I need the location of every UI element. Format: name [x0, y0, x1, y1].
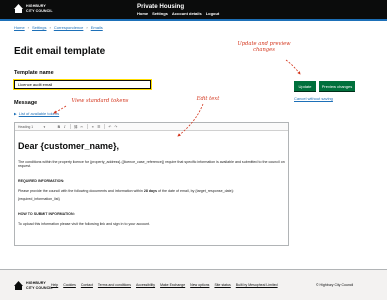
footer-link-help[interactable]: Help [51, 283, 58, 287]
footer-link-make-exchange[interactable]: Make Exchange [160, 283, 185, 287]
breadcrumb-emails[interactable]: Emails [91, 25, 103, 30]
service-name[interactable]: Private Housing [137, 3, 184, 10]
breadcrumb-separator-icon: › [27, 25, 30, 30]
tokens-link-label: List of available tokens [18, 111, 60, 116]
footer-link-accessibility[interactable]: Accessibility [136, 283, 155, 287]
annotation-view-tokens: View standard tokens [71, 98, 129, 104]
email-paragraph-3: To upload this information please visit … [18, 221, 151, 226]
redo-icon[interactable]: ↷ [113, 125, 119, 129]
nav-home[interactable]: Home [137, 11, 148, 16]
breadcrumb-separator-icon: › [86, 25, 88, 30]
arrow-to-buttons [285, 59, 301, 75]
footer-link-terms[interactable]: Terms and conditions [98, 283, 131, 287]
unlink-icon[interactable]: ✂ [79, 125, 85, 129]
header-accent-bar [0, 19, 387, 21]
footer-link-cookies[interactable]: Cookies [63, 283, 76, 287]
editor-content[interactable]: Dear {customer_name}, The conditions wit… [15, 131, 288, 231]
page-title: Edit email template [14, 46, 106, 57]
email-paragraph-2: Please provide the council with the foll… [18, 188, 234, 193]
disclosure-triangle-icon: ▶ [14, 111, 17, 116]
breadcrumb-home[interactable]: Home [14, 25, 25, 30]
chevron-down-icon: ▼ [43, 124, 46, 129]
style-select[interactable]: Heading 1 ▼ [18, 125, 46, 129]
editor-toolbar: Heading 1 ▼ B I ⛓ ✂ ≡ ☰ ↶ ↷ [15, 123, 288, 131]
footer-link-site-status[interactable]: Site status [214, 283, 230, 287]
nav-account-details[interactable]: Account details [172, 11, 202, 16]
footer-link-new-options[interactable]: New options [190, 283, 209, 287]
email-paragraph-1: The conditions within the property licen… [18, 160, 285, 169]
footer-link-built-by[interactable]: Built by Mesopheal Limited [236, 283, 278, 287]
italic-icon[interactable]: I [62, 125, 68, 129]
nav-logout[interactable]: Logout [206, 11, 220, 16]
bulleted-list-icon[interactable]: ☰ [96, 125, 102, 129]
email-greeting: Dear {customer_name}, [18, 141, 120, 151]
rich-text-editor[interactable]: Heading 1 ▼ B I ⛓ ✂ ≡ ☰ ↶ ↷ Dear {custom… [14, 122, 289, 246]
site-header: HIGHBURY CITY COUNCIL Private Housing Ho… [0, 0, 387, 19]
breadcrumb-settings[interactable]: Settings [32, 25, 46, 30]
annotation-update-preview: Update and preview changes [237, 41, 291, 53]
logo-line2: CITY COUNCIL [26, 8, 53, 13]
header-nav: Home Settings Account details Logout [137, 11, 219, 16]
tokens-disclosure[interactable]: ▶ List of available tokens [14, 111, 59, 116]
section-heading-required: REQUIRED INFORMATION: [18, 178, 65, 183]
castle-icon [14, 281, 23, 290]
footer-links: Help Cookies Contact Terms and condition… [51, 283, 278, 287]
site-footer: HIGHBURY CITY COUNCIL Help Cookies Conta… [0, 269, 387, 300]
update-button[interactable]: Update [294, 81, 316, 91]
castle-icon [14, 4, 23, 13]
toolbar-divider [103, 124, 105, 129]
breadcrumb-correspondence[interactable]: Correspondence [54, 25, 84, 30]
style-select-value: Heading 1 [18, 124, 34, 129]
required-list-token: {required_information_list} [18, 197, 60, 202]
toolbar-divider [86, 124, 88, 129]
message-label: Message [14, 100, 38, 106]
cancel-link[interactable]: Cancel without saving [294, 96, 333, 101]
breadcrumb-separator-icon: › [49, 25, 51, 30]
breadcrumb: Home › Settings › Correspondence › Email… [14, 25, 103, 30]
section-heading-submit: HOW TO SUBMIT INFORMATION: [18, 211, 75, 216]
template-name-label: Template name [14, 70, 54, 76]
nav-settings[interactable]: Settings [152, 11, 168, 16]
council-logo[interactable]: HIGHBURY CITY COUNCIL [14, 4, 53, 13]
footer-link-contact[interactable]: Contact [81, 283, 93, 287]
template-name-input[interactable] [13, 79, 152, 90]
copyright: © Highbury City Council [316, 283, 354, 287]
footer-logo[interactable]: HIGHBURY CITY COUNCIL [14, 281, 53, 290]
toolbar-divider [69, 124, 71, 129]
footer-logo-line2: CITY COUNCIL [26, 285, 53, 290]
annotation-edit-text: Edit text [196, 96, 220, 102]
preview-changes-button[interactable]: Preview changes [319, 81, 355, 91]
